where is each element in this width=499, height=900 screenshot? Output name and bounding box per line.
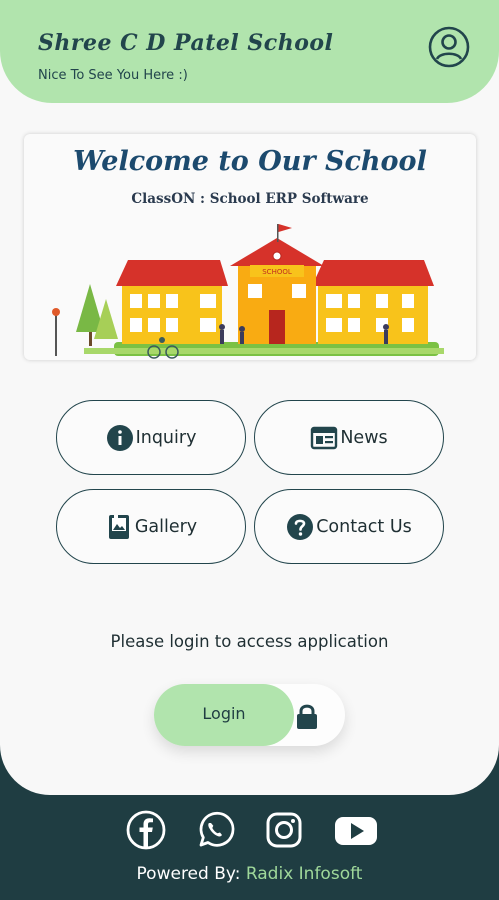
help-icon: [287, 513, 314, 540]
banner-subtitle: ClassON : School ERP Software: [131, 191, 369, 207]
school-name: Shree C D Patel School: [38, 30, 334, 56]
gallery-label: Gallery: [134, 516, 198, 537]
app-header: Shree C D Patel School Nice To See You H…: [0, 0, 499, 103]
youtube-icon[interactable]: [333, 810, 379, 850]
banner-title: Welcome to Our School: [73, 146, 427, 177]
gallery-icon: [108, 514, 129, 539]
info-icon: [106, 424, 133, 451]
welcome-banner: SCHOOL Welcome to Our School ClassON : S…: [24, 134, 476, 360]
inquiry-button[interactable]: Inquiry: [56, 400, 246, 475]
powered-by: Powered By: Radix Infosoft: [0, 864, 499, 884]
account-circle-icon[interactable]: [428, 26, 470, 68]
powered-by-prefix: Powered By:: [136, 864, 246, 884]
news-button[interactable]: News: [254, 400, 444, 475]
login-notice: Please login to access application: [110, 632, 389, 651]
login-label: Login: [202, 704, 246, 723]
gallery-button[interactable]: Gallery: [56, 489, 246, 564]
contact-us-button[interactable]: Contact Us: [254, 489, 444, 564]
contact-us-label: Contact Us: [316, 516, 412, 537]
building-sign: SCHOOL: [262, 268, 292, 276]
inquiry-label: Inquiry: [135, 427, 197, 448]
page-body: [0, 0, 499, 795]
whatsapp-icon[interactable]: [195, 810, 235, 850]
greeting-text: Nice To See You Here :): [38, 68, 188, 83]
facebook-icon[interactable]: [126, 810, 166, 850]
powered-by-brand[interactable]: Radix Infosoft: [246, 864, 363, 884]
lock-icon: [297, 704, 317, 729]
instagram-icon[interactable]: [264, 810, 304, 850]
news-label: News: [340, 427, 388, 448]
news-icon: [311, 426, 338, 449]
